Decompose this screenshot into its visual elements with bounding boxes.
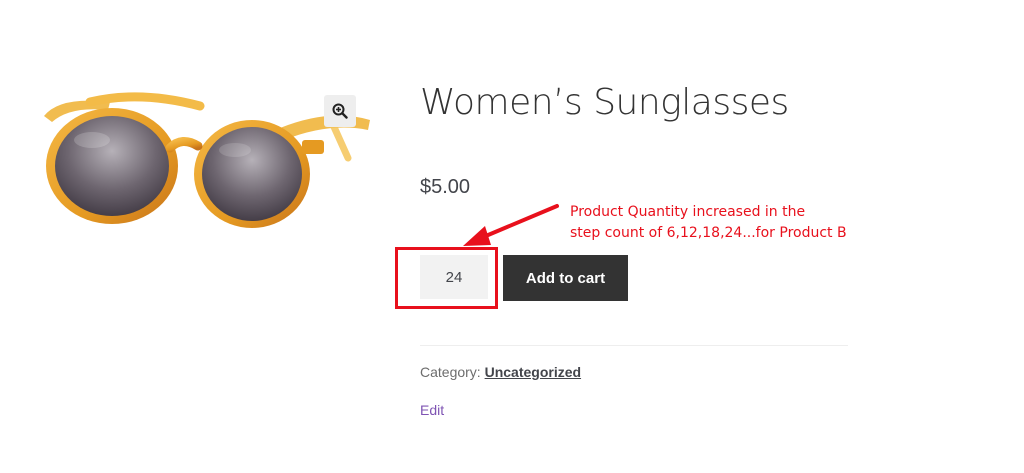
zoom-in-icon [332,103,348,119]
annotation-note: Product Quantity increased in the step c… [570,202,847,244]
product-title: Women’s Sunglasses [420,82,789,123]
annotation-line-2: step count of 6,12,18,24...for Product B [570,225,847,241]
annotation-line-1: Product Quantity increased in the [570,204,806,220]
product-meta: Category: Uncategorized [420,364,581,380]
image-zoom-button[interactable] [324,95,356,127]
category-label: Category: [420,364,481,380]
divider [420,345,848,346]
add-to-cart-button[interactable]: Add to cart [503,255,628,301]
edit-link[interactable]: Edit [420,402,444,418]
quantity-input[interactable] [420,255,488,299]
category-link[interactable]: Uncategorized [485,364,581,380]
product-price: $5.00 [420,176,471,198]
